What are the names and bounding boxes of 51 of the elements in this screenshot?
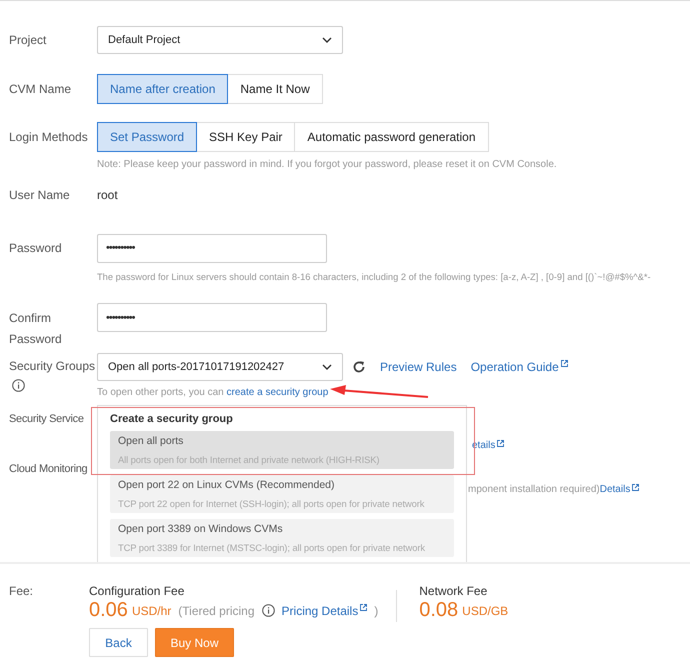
option-tab[interactable]: Automatic password generation: [294, 122, 488, 152]
hint-text: The password for Linux servers should contain 8-16 characters, including 2 of the following types: [a-z, A-Z] , [0-9] and [()`~!@#$%^&*-: [96, 271, 652, 284]
dropdown-item[interactable]: Open port 22 on Linux CVMs (Recommended) TCP port 22 open for Internet (SSH-login); all ports open for private network: [110, 475, 454, 513]
external-link-icon: [560, 360, 568, 367]
chevron-icon: [322, 364, 332, 370]
external-link-icon: [360, 604, 368, 610]
field-label: User Name: [9, 188, 71, 202]
field-label: Password: [9, 241, 63, 255]
external-link-icon: [632, 484, 640, 491]
dropdown-title: Create a security group: [110, 413, 234, 425]
note-text: Note: Please keep your password in mind. If you forgot your password, please reset it on CVM Console.: [96, 158, 558, 172]
hint-text: To open other ports, you can create a security group: [97, 387, 328, 398]
price-unit: USD/hr: [132, 604, 172, 618]
field-label: Cloud Monitoring: [9, 463, 88, 475]
field-label: Security Groups: [9, 359, 96, 373]
external-link-icon: [497, 440, 504, 447]
option-tab[interactable]: Name after creation: [97, 74, 228, 104]
price-value: 0.06: [89, 599, 128, 622]
refresh-icon[interactable]: [352, 360, 366, 374]
pricing-details-link[interactable]: Pricing Details: [282, 604, 368, 618]
arrow-icon: [330, 385, 430, 399]
field-label: Confirm Password: [9, 310, 63, 348]
chevron-icon: [322, 37, 332, 43]
field-label: Login Methods: [9, 130, 89, 144]
info-icon: [12, 379, 25, 392]
option-tab[interactable]: Name It Now: [227, 74, 323, 104]
details-link[interactable]: Details: [600, 484, 640, 495]
security-group-select[interactable]: Open all ports-20171017191202427: [97, 353, 343, 381]
field-label: Security Service: [9, 413, 85, 425]
parenthesis-text: ): [374, 604, 378, 618]
price-unit: USD/GB: [462, 604, 508, 618]
create-security-group-link[interactable]: create a security group: [226, 387, 328, 398]
option-tab[interactable]: Set Password: [97, 122, 198, 152]
preview-rules-link[interactable]: Preview Rules: [380, 360, 457, 374]
fee-label: Fee:: [9, 584, 34, 600]
info-icon: [262, 604, 275, 617]
user-name-value: root: [97, 188, 118, 202]
price-value: 0.08: [419, 599, 458, 622]
password-field[interactable]: ••••••••••: [97, 234, 327, 262]
option-tab[interactable]: SSH Key Pair: [196, 122, 296, 152]
dropdown-item[interactable]: Open port 3389 on Windows CVMs TCP port 3389 for Internet (MSTSC-login); all ports open for private network: [110, 519, 454, 557]
description-text: mponent installation required): [468, 484, 600, 495]
project-select[interactable]: Default Project: [97, 26, 343, 54]
confirm-password-field[interactable]: ••••••••••: [97, 303, 327, 332]
field-label: CVM Name: [9, 82, 72, 96]
fee-title: Configuration Fee: [89, 584, 186, 598]
operation-guide-link[interactable]: Operation Guide: [470, 360, 568, 374]
fee-title: Network Fee: [419, 584, 488, 598]
back-button[interactable]: Back: [89, 628, 148, 657]
field-label: Project: [9, 33, 48, 47]
tiered-pricing-text: (Tiered pricing: [178, 604, 255, 618]
